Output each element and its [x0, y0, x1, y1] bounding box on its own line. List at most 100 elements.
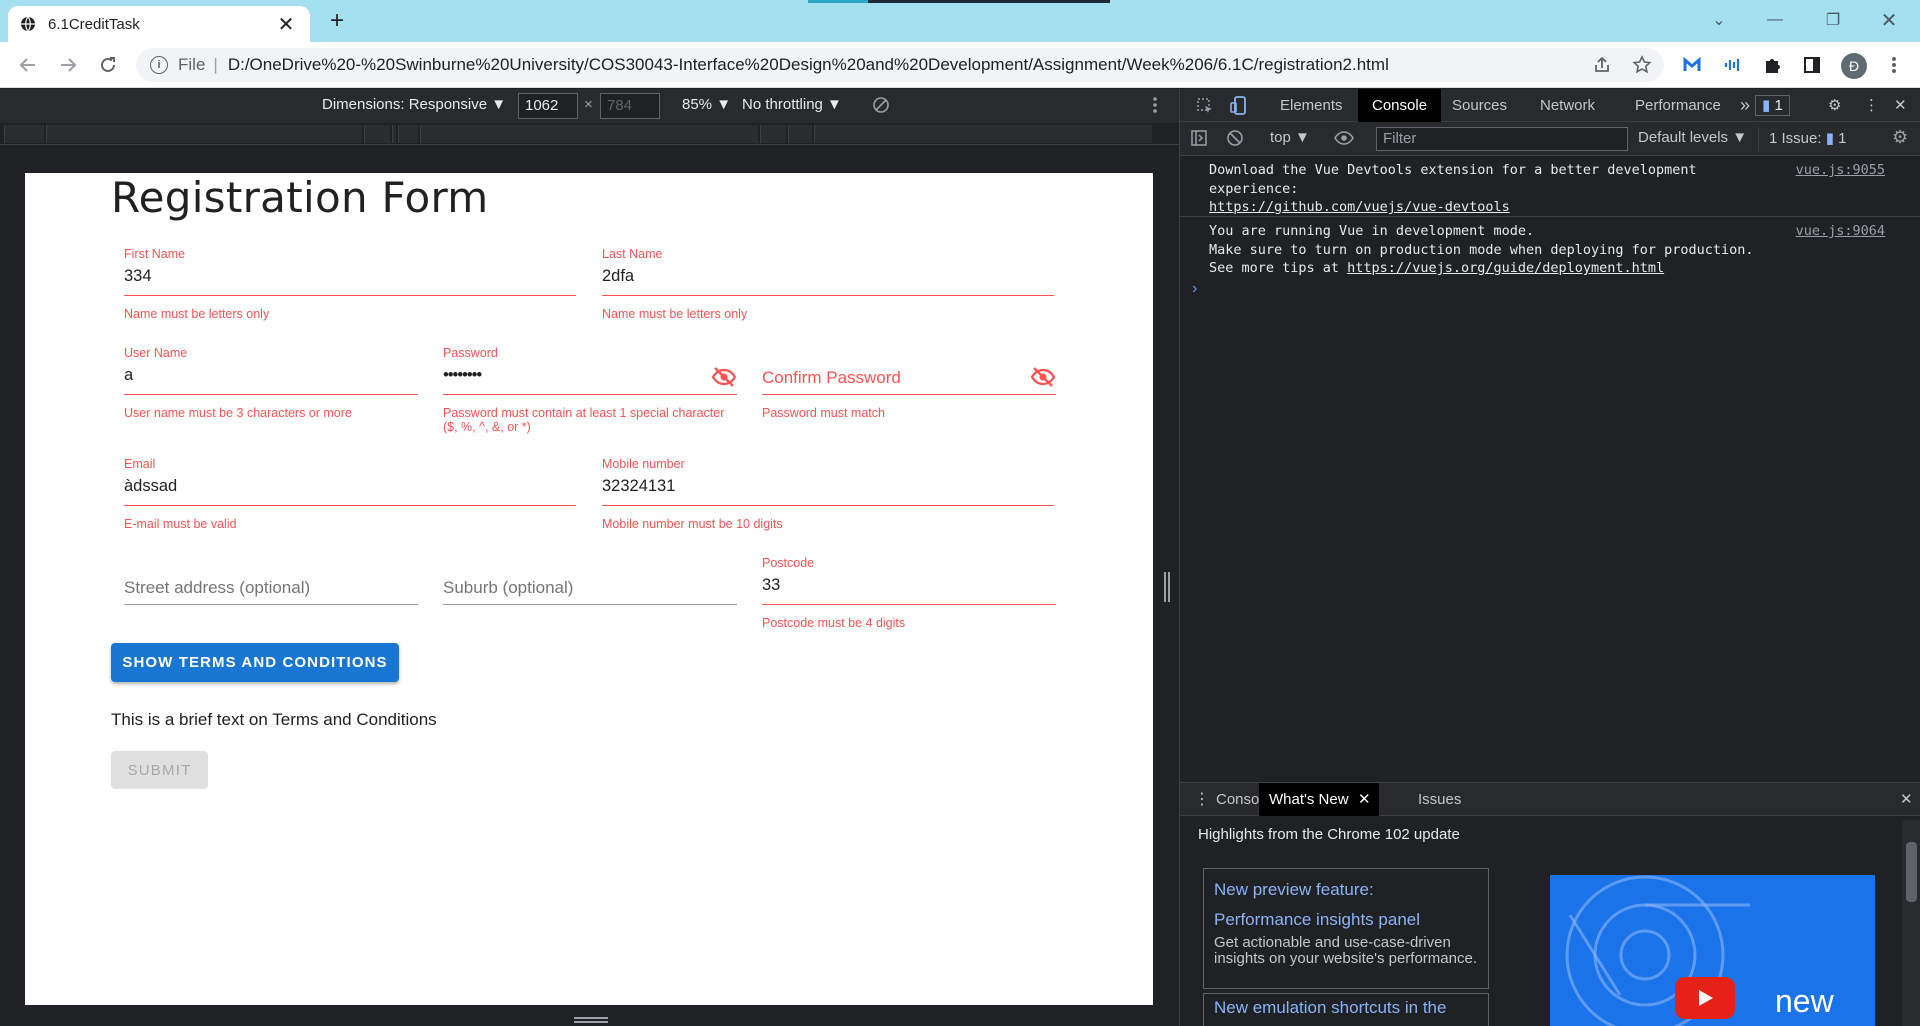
submit-button[interactable]: SUBMIT — [111, 751, 208, 789]
confirm-password-field[interactable]: Confirm Password Password must match — [762, 346, 1056, 426]
device-width-input[interactable]: 1062 — [518, 93, 578, 119]
feature-card-title[interactable]: New emulation shortcuts in the — [1214, 998, 1446, 1017]
device-toggle-icon[interactable] — [1216, 89, 1262, 122]
youtube-play-icon[interactable] — [1675, 977, 1735, 1019]
sidebar-toggle-icon[interactable] — [1190, 129, 1208, 151]
viewport-bottom-handle[interactable] — [574, 1017, 608, 1023]
ruler-segment[interactable] — [364, 125, 390, 143]
email-field[interactable]: Email àdssad E-mail must be valid — [124, 457, 576, 537]
tab-sources[interactable]: Sources — [1438, 89, 1521, 122]
issues-counter[interactable]: 1 Issue: ▮ 1 — [1758, 127, 1856, 151]
profile-avatar[interactable]: Đ — [1841, 53, 1867, 79]
ruler-segment[interactable] — [788, 125, 812, 143]
zoom-dropdown[interactable]: 85% ▼ — [682, 96, 731, 113]
postcode-field[interactable]: Postcode 33 Postcode must be 4 digits — [762, 556, 1056, 636]
reload-button[interactable] — [93, 50, 123, 80]
show-terms-button[interactable]: SHOW TERMS AND CONDITIONS — [111, 643, 399, 682]
feature-card[interactable]: New emulation shortcuts in the — [1203, 993, 1489, 1026]
viewport-resize-handle[interactable] — [1164, 572, 1170, 602]
restore-button[interactable]: ❐ — [1810, 0, 1856, 40]
extension-malwarebytes-icon[interactable] — [1679, 52, 1705, 78]
kebab-menu-icon[interactable] — [1881, 52, 1907, 78]
throttling-dropdown[interactable]: No throttling ▼ — [742, 96, 842, 113]
ruler-segment[interactable] — [46, 125, 362, 143]
console-filter-input[interactable]: Filter — [1376, 127, 1628, 151]
forward-button[interactable] — [53, 50, 83, 80]
mobile-number-error: Mobile number must be 10 digits — [602, 517, 783, 531]
devtools-close-icon[interactable]: ✕ — [1880, 89, 1920, 122]
ruler-segment[interactable] — [814, 125, 1152, 143]
last-name-field[interactable]: Last Name 2dfa Name must be letters only — [602, 247, 1054, 327]
first-name-value[interactable]: 334 — [124, 267, 152, 286]
back-button[interactable] — [13, 50, 43, 80]
console-message: You are running Vue in development mode.… — [1180, 222, 1920, 276]
ruler-segment[interactable] — [398, 125, 418, 143]
tab-performance[interactable]: Performance — [1621, 89, 1735, 122]
postcode-value[interactable]: 33 — [762, 576, 780, 595]
message-icon: ▮ — [1825, 130, 1834, 147]
console-source-link[interactable]: vue.js:9064 — [1796, 222, 1885, 241]
tab-console[interactable]: Console — [1358, 89, 1442, 122]
console-prompt-icon[interactable]: › — [1192, 280, 1197, 298]
ruler-segment[interactable] — [4, 125, 44, 143]
drawer-close-icon[interactable]: ✕ — [1890, 783, 1920, 816]
ruler-segment[interactable] — [392, 125, 396, 143]
console-link[interactable]: https://vuejs.org/guide/deployment.html — [1347, 260, 1664, 276]
password-value[interactable]: •••••••• — [443, 366, 482, 385]
video-thumbnail[interactable]: new — [1550, 875, 1875, 1026]
mobile-number-label: Mobile number — [602, 457, 685, 471]
ruler-segment[interactable] — [420, 125, 758, 143]
side-panel-icon[interactable] — [1799, 52, 1825, 78]
new-tab-button[interactable]: + — [323, 8, 351, 36]
tab-close-icon[interactable]: ✕ — [274, 12, 298, 37]
mobile-number-field[interactable]: Mobile number 32324131 Mobile number mus… — [602, 457, 1054, 537]
drawer-tab-close-icon[interactable]: ✕ — [1358, 783, 1371, 816]
password-field[interactable]: Password •••••••• Password must contain … — [443, 346, 737, 434]
share-icon[interactable] — [1589, 52, 1615, 78]
browser-toolbar: i File | D:/OneDrive%20-%20Swinburne%20U… — [0, 42, 1920, 88]
suburb-field[interactable]: Suburb (optional) — [443, 556, 737, 636]
rotate-icon[interactable] — [872, 96, 890, 118]
address-bar[interactable]: i File | D:/OneDrive%20-%20Swinburne%20U… — [136, 48, 1664, 82]
street-address-placeholder[interactable]: Street address (optional) — [124, 578, 310, 598]
eye-off-icon[interactable] — [1030, 366, 1056, 388]
extensions-puzzle-icon[interactable] — [1759, 52, 1785, 78]
console-settings-gear-icon[interactable]: ⚙ — [1892, 127, 1908, 148]
tab-elements[interactable]: Elements — [1266, 89, 1357, 122]
clear-console-icon[interactable] — [1226, 129, 1244, 151]
scrollbar-thumb[interactable] — [1906, 842, 1917, 902]
console-link[interactable]: https://github.com/vuejs/vue-devtools — [1209, 199, 1510, 215]
window-close-button[interactable]: ✕ — [1866, 0, 1912, 40]
log-levels-dropdown[interactable]: Default levels ▼ — [1638, 129, 1747, 146]
dimensions-dropdown[interactable]: Dimensions: Responsive ▼ — [322, 96, 506, 113]
ruler-segment[interactable] — [760, 125, 786, 143]
user-name-value[interactable]: a — [124, 366, 133, 385]
mobile-number-value[interactable]: 32324131 — [602, 477, 675, 496]
drawer-tab-issues[interactable]: Issues — [1408, 783, 1471, 816]
tab-search-icon[interactable]: ⌄ — [1696, 0, 1742, 40]
drawer-tab-whats-new[interactable]: What's New ✕ — [1259, 783, 1379, 816]
eye-off-icon[interactable] — [711, 366, 737, 388]
feature-card-title[interactable]: New preview feature: — [1214, 875, 1478, 905]
first-name-field[interactable]: First Name 334 Name must be letters only — [124, 247, 576, 327]
minimize-button[interactable]: — — [1752, 0, 1798, 40]
live-expression-eye-icon[interactable] — [1334, 129, 1354, 151]
email-value[interactable]: àdssad — [124, 477, 177, 496]
feature-card-subtitle[interactable]: Performance insights panel — [1214, 905, 1478, 935]
tab-network[interactable]: Network — [1526, 89, 1609, 122]
issues-badge[interactable]: ▮ 1 — [1755, 95, 1790, 116]
confirm-password-placeholder[interactable]: Confirm Password — [762, 368, 901, 388]
context-dropdown[interactable]: top ▼ — [1270, 129, 1310, 146]
feature-card[interactable]: New preview feature: Performance insight… — [1203, 868, 1489, 989]
bookmark-star-icon[interactable] — [1629, 52, 1655, 78]
info-icon[interactable]: i — [150, 56, 168, 74]
device-height-input[interactable]: 784 — [600, 93, 660, 119]
browser-tab[interactable]: 6.1CreditTask ✕ — [8, 6, 310, 42]
extension-audio-icon[interactable] — [1719, 52, 1745, 78]
console-source-link[interactable]: vue.js:9055 — [1796, 161, 1885, 180]
street-address-field[interactable]: Street address (optional) — [124, 556, 418, 636]
device-toolbar-more-icon[interactable] — [1152, 96, 1158, 118]
user-name-field[interactable]: User Name a User name must be 3 characte… — [124, 346, 418, 426]
last-name-value[interactable]: 2dfa — [602, 267, 634, 286]
suburb-placeholder[interactable]: Suburb (optional) — [443, 578, 573, 598]
